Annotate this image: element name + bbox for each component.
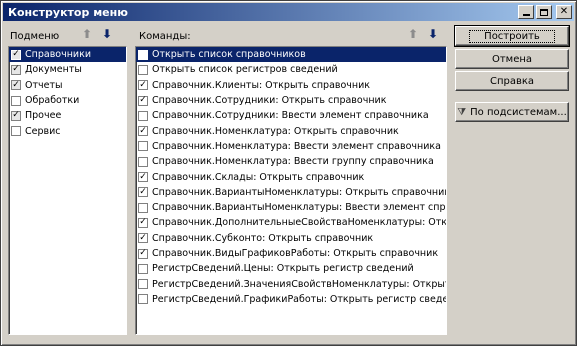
help-button[interactable]: Справка xyxy=(455,71,569,91)
command-item[interactable]: РегистрСведений.ЗначенияСвойствНоменклат… xyxy=(136,276,446,291)
command-item-label: Справочник.Клиенты: Открыть справочник xyxy=(152,79,371,91)
checkbox[interactable] xyxy=(138,49,148,60)
checkbox[interactable] xyxy=(138,294,148,305)
section-item-label: Прочее xyxy=(25,110,62,122)
checkbox[interactable] xyxy=(138,217,148,228)
checkbox[interactable] xyxy=(138,110,148,121)
command-item-label: Справочник.Субконто: Открыть справочник xyxy=(152,232,374,244)
move-down-arrow-icon: ⬇ xyxy=(102,27,113,41)
command-item-label: РегистрСведений.Цены: Открыть регистр св… xyxy=(152,263,414,275)
checkbox[interactable] xyxy=(138,263,148,274)
filter-icon: ⧩ xyxy=(457,106,467,118)
maximize-icon xyxy=(540,8,548,16)
command-item[interactable]: Открыть список регистров сведений xyxy=(136,62,446,77)
command-item[interactable]: РегистрСведений.Цены: Открыть регистр св… xyxy=(136,261,446,276)
move-down-arrow-icon: ⬇ xyxy=(428,27,439,41)
command-item-label: Справочник.ВариантыНоменклатуры: Открыть… xyxy=(152,186,447,198)
sections-label: Подменю xyxy=(10,31,60,42)
title-bar[interactable]: Конструктор меню ✕ xyxy=(3,3,574,21)
command-item[interactable]: Справочник.Субконто: Открыть справочник xyxy=(136,231,446,246)
checkbox[interactable] xyxy=(11,110,21,121)
command-item-label: Справочник.Номенклатура: Ввести элемент … xyxy=(152,140,441,152)
checkbox[interactable] xyxy=(138,233,148,244)
checkbox[interactable] xyxy=(138,248,148,259)
command-item[interactable]: Справочник.ДополнительныеСвойстваНоменкл… xyxy=(136,215,446,230)
move-up-arrow-icon: ⬆ xyxy=(408,27,419,41)
commands-list[interactable]: Открыть список справочников Открыть списо… xyxy=(135,46,447,335)
minimize-icon xyxy=(522,13,530,16)
section-item-label: Сервис xyxy=(25,125,61,137)
section-item[interactable]: Справочники xyxy=(9,47,126,63)
checkbox[interactable] xyxy=(138,64,148,75)
section-item[interactable]: Документы xyxy=(9,62,126,77)
commands-move-up-button[interactable]: ⬆ xyxy=(408,28,418,40)
commands-move-down-button[interactable]: ⬇ xyxy=(428,28,438,40)
build-button[interactable]: Построить xyxy=(454,25,570,47)
section-item-label: Справочники xyxy=(25,49,92,61)
cancel-button[interactable]: Отмена xyxy=(455,49,569,69)
cancel-button-label: Отмена xyxy=(491,53,533,65)
command-item[interactable]: Справочник.Клиенты: Открыть справочник xyxy=(136,78,446,93)
command-item-label: Справочник.ВариантыНоменклатуры: Ввести … xyxy=(152,202,447,214)
checkbox[interactable] xyxy=(138,141,148,152)
command-item[interactable]: Справочник.Номенклатура: Ввести группу с… xyxy=(136,154,446,169)
minimize-button[interactable] xyxy=(518,5,534,19)
checkbox[interactable] xyxy=(138,156,148,167)
sections-list[interactable]: Справочники Документы Отчеты Обработки Проче… xyxy=(8,46,127,335)
checkbox[interactable] xyxy=(138,95,148,106)
command-item[interactable]: Справочник.Номенклатура: Ввести элемент … xyxy=(136,139,446,154)
command-item-label: РегистрСведений.ГрафикиРаботы: Открыть р… xyxy=(152,293,447,305)
command-item[interactable]: Справочник.ВариантыНоменклатуры: Открыть… xyxy=(136,185,446,200)
command-item-label: Справочник.Номенклатура: Открыть справоч… xyxy=(152,125,399,137)
command-item-label: Справочник.Склады: Открыть справочник xyxy=(152,171,365,183)
command-item[interactable]: Открыть список справочников xyxy=(136,47,446,63)
checkbox[interactable] xyxy=(138,126,148,137)
build-button-label: Построить xyxy=(469,29,555,43)
close-icon: ✕ xyxy=(559,6,569,17)
move-down-button[interactable]: ⬇ xyxy=(102,28,112,40)
section-item[interactable]: Обработки xyxy=(9,93,126,108)
checkbox[interactable] xyxy=(11,95,21,106)
close-button[interactable]: ✕ xyxy=(556,5,572,19)
checkbox[interactable] xyxy=(138,80,148,91)
window-title: Конструктор меню xyxy=(8,5,128,19)
section-item[interactable]: Сервис xyxy=(9,123,126,138)
command-item-label: Справочник.Номенклатура: Ввести группу с… xyxy=(152,156,434,168)
section-item-label: Отчеты xyxy=(25,79,63,91)
checkbox[interactable] xyxy=(11,64,21,75)
by-subsystems-button-label: По подсистемам... xyxy=(470,106,567,118)
command-item[interactable]: Справочник.Сотрудники: Открыть справочни… xyxy=(136,93,446,108)
command-item[interactable]: Справочник.ВидыГрафиковРаботы: Открыть с… xyxy=(136,246,446,261)
maximize-button[interactable] xyxy=(536,5,552,19)
move-up-arrow-icon: ⬆ xyxy=(82,27,93,41)
checkbox[interactable] xyxy=(138,187,148,198)
command-item-label: РегистрСведений.ЗначенияСвойствНоменклат… xyxy=(152,278,447,290)
command-item-label: Справочник.ВидыГрафиковРаботы: Открыть с… xyxy=(152,248,439,259)
checkbox[interactable] xyxy=(11,126,21,137)
help-button-label: Справка xyxy=(489,75,535,87)
section-item[interactable]: Отчеты xyxy=(9,78,126,93)
command-item-label: Справочник.Сотрудники: Открыть справочни… xyxy=(152,95,387,107)
command-item[interactable]: Справочник.ВариантыНоменклатуры: Ввести … xyxy=(136,200,446,215)
command-item-label: Открыть список регистров сведений xyxy=(152,64,338,76)
move-up-button[interactable]: ⬆ xyxy=(82,28,92,40)
checkbox[interactable] xyxy=(11,80,21,91)
command-item[interactable]: Справочник.Склады: Открыть справочник xyxy=(136,169,446,184)
command-item[interactable]: РегистрСведений.ГрафикиРаботы: Открыть р… xyxy=(136,292,446,307)
checkbox[interactable] xyxy=(11,49,21,60)
section-item-label: Обработки xyxy=(25,95,80,107)
checkbox[interactable] xyxy=(138,202,148,213)
command-item-label: Открыть список справочников xyxy=(152,49,306,61)
command-item-label: Справочник.Сотрудники: Ввести элемент сп… xyxy=(152,110,429,122)
checkbox[interactable] xyxy=(138,279,148,290)
commands-label: Команды: xyxy=(139,31,191,42)
by-subsystems-button[interactable]: ⧩ По подсистемам... xyxy=(455,102,569,122)
command-item-label: Справочник.ДополнительныеСвойстваНоменкл… xyxy=(152,217,447,229)
checkbox[interactable] xyxy=(138,172,148,183)
command-item[interactable]: Справочник.Сотрудники: Ввести элемент сп… xyxy=(136,108,446,123)
section-item[interactable]: Прочее xyxy=(9,108,126,123)
section-item-label: Документы xyxy=(25,64,82,76)
command-item[interactable]: Справочник.Номенклатура: Открыть справоч… xyxy=(136,123,446,138)
